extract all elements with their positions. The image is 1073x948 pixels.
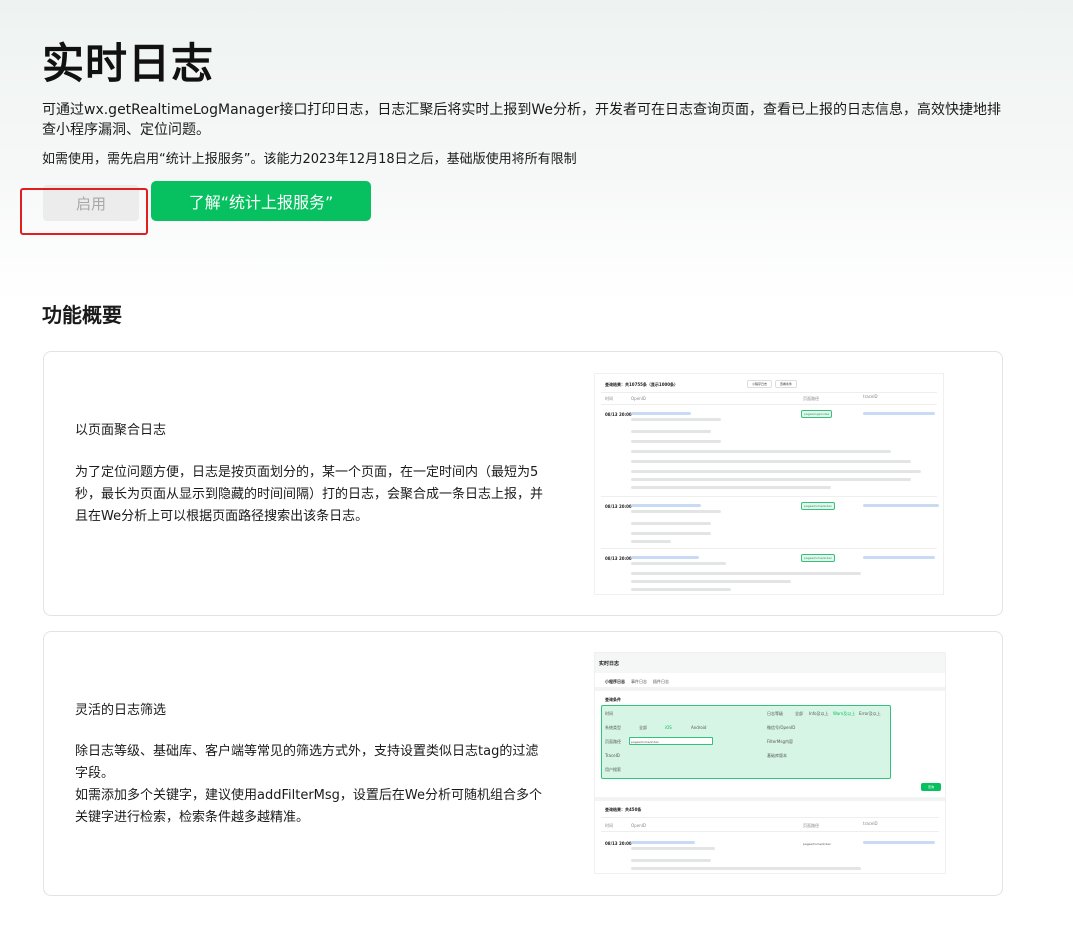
row-time: 08/13 20:00 xyxy=(605,841,632,846)
query-search-button: 查询 xyxy=(921,783,941,791)
tab-mini: 小程序日志 xyxy=(605,679,625,684)
filter-option: 全部 xyxy=(795,711,803,716)
feature-card-log-filter: 灵活的日志筛选 除日志等级、基础库、客户端等常见的筛选方式外，支持设置类似日志t… xyxy=(43,631,1003,896)
filter-label: FilterMsg内容 xyxy=(767,739,793,744)
page-path-value: pages/home/index xyxy=(631,740,659,744)
row-time: 08/13 20:00 xyxy=(605,504,632,509)
feature-description-line: 除日志等级、基础库、客户端等常见的筛选方式外，支持设置类似日志tag的过滤字段。 xyxy=(75,744,539,781)
col-openid: OpenID xyxy=(631,396,646,401)
feature-description: 为了定位问题方便，日志是按页面划分的，某一个页面，在一定时间内（最短为5秒，最长… xyxy=(75,465,544,524)
col-time: 时间 xyxy=(605,823,613,828)
page-tag: pages/home/index xyxy=(801,554,835,562)
filter-label: 系统类型 xyxy=(605,725,621,730)
col-page: 页面路径 xyxy=(803,396,819,401)
intro-description: 可通过wx.getRealtimeLogManager接口打印日志，日志汇聚后将… xyxy=(42,102,1001,138)
feature-description: 除日志等级、基础库、客户端等常见的筛选方式外，支持设置类似日志tag的过滤字段。… xyxy=(75,741,545,829)
col-traceid: traceID xyxy=(863,394,878,399)
page-tag: pages/logs/index xyxy=(801,410,833,418)
filter-option: 全部 xyxy=(639,725,647,730)
filter-label: 日志等级 xyxy=(767,711,783,716)
log-query-screenshot: 查询结果：共10755条（显示1000条） 小程序日志 查看条件 时间 Open… xyxy=(594,373,944,595)
filter-option: Warn及以上 xyxy=(833,711,856,716)
realtime-log-page: 实时日志 可通过wx.getRealtimeLogManager接口打印日志，日… xyxy=(0,0,1073,948)
log-filter-screenshot: 实时日志 小程序日志 事件日志 插件日志 查询条件 时间 系统类型 全部 iOS… xyxy=(594,652,946,874)
enable-button-highlight xyxy=(20,188,148,235)
feature-heading: 灵活的日志筛选 xyxy=(75,703,167,718)
col-openid: OpenID xyxy=(631,823,646,828)
filter-label: TraceID xyxy=(605,753,620,758)
usage-note: 如需使用，需先启用“统计上报服务”。该能力2023年12月18日之后，基础版使用… xyxy=(42,152,577,167)
result-count: 查询结果：共450条 xyxy=(605,807,642,812)
learn-stats-service-button[interactable]: 了解“统计上报服务” xyxy=(151,181,371,221)
overview-title: 功能概要 xyxy=(42,303,122,327)
col-traceid: traceID xyxy=(863,821,878,826)
tab-event: 事件日志 xyxy=(631,679,647,684)
col-time: 时间 xyxy=(605,396,613,401)
filter-label: 微信号/OpenID xyxy=(767,725,796,730)
filter-label: 页面路径 xyxy=(605,739,621,744)
feature-heading: 以页面聚合日志 xyxy=(75,423,167,438)
filter-option: iOS xyxy=(665,725,672,730)
filter-option: Android xyxy=(691,725,707,730)
page-tag: pages/home/index xyxy=(801,502,835,510)
row-time: 08/13 20:00 xyxy=(605,412,632,417)
filter-label: 用户搜索 xyxy=(605,767,621,772)
feature-card-page-aggregation: 以页面聚合日志 为了定位问题方便，日志是按页面划分的，某一个页面，在一定时间内（… xyxy=(43,351,1003,616)
row-time: 08/13 20:00 xyxy=(605,556,632,561)
filter-label: 基础库版本 xyxy=(767,753,787,758)
row-page: pages/home/index xyxy=(803,842,831,846)
feature-description-line: 如需添加多个关键字，建议使用addFilterMsg，设置后在We分析可随机组合… xyxy=(75,788,542,825)
filter-option: Error及以上 xyxy=(859,711,881,716)
view-condition-button: 查看条件 xyxy=(775,380,798,388)
filter-option: Info及以上 xyxy=(809,711,829,716)
screenshot-title: 实时日志 xyxy=(599,661,620,667)
filter-label: 时间 xyxy=(605,711,613,716)
col-page: 页面路径 xyxy=(803,823,819,828)
tab-plugin: 插件日志 xyxy=(653,679,669,684)
mini-log-button: 小程序日志 xyxy=(747,380,773,388)
query-label: 查询条件 xyxy=(605,697,621,702)
result-count: 查询结果：共10755条（显示1000条） xyxy=(605,382,679,387)
page-title: 实时日志 xyxy=(42,39,215,88)
